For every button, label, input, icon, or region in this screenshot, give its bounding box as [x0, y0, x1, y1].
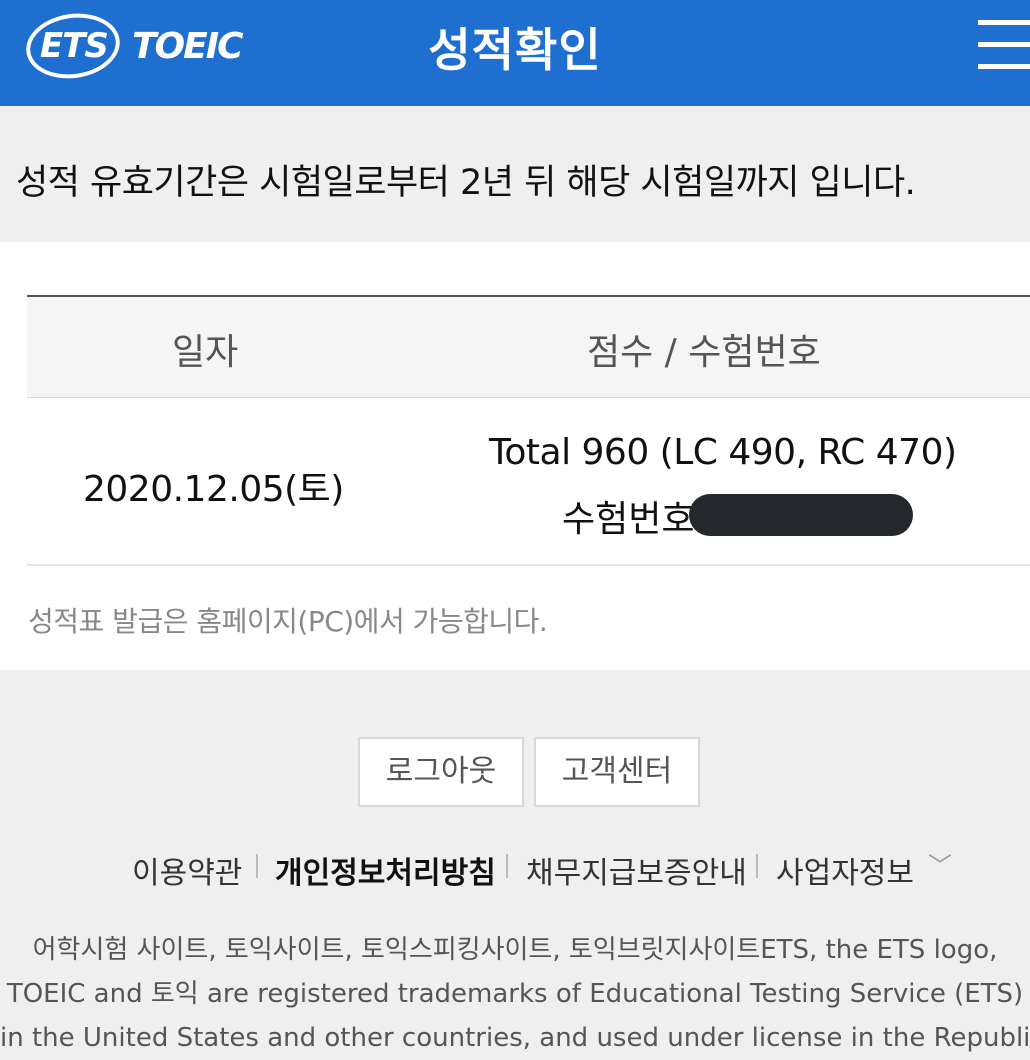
- score-table: 일자 점수 / 수험번호 2020.12.05(토) Total 960 (LC…: [27, 295, 1030, 566]
- legal-line: TOEIC and 토익 are registered trademarks o…: [6, 979, 1024, 1009]
- logout-button[interactable]: 로그아웃: [358, 737, 524, 807]
- exam-number-label: 수험번호: [562, 499, 695, 540]
- table-row: 2020.12.05(토) Total 960 (LC 490, RC 470)…: [27, 398, 1030, 566]
- footer-divider: [506, 854, 508, 878]
- column-header-date: 일자: [172, 332, 239, 373]
- app-header: ETS TOEIC 성적확인: [0, 0, 1030, 106]
- column-header-score: 점수 / 수험번호: [587, 332, 821, 373]
- footer-divider: [256, 854, 258, 878]
- legal-line: in the United States and other countries…: [0, 1023, 1030, 1053]
- validity-notice: 성적 유효기간은 시험일로부터 2년 뒤 해당 시험일까지 입니다.: [0, 106, 1030, 242]
- page-title: 성적확인: [428, 23, 602, 77]
- validity-notice-text: 성적 유효기간은 시험일로부터 2년 뒤 해당 시험일까지 입니다.: [16, 163, 916, 203]
- footer-links: 이용약관 개인정보처리방침 채무지급보증안내 사업자정보 ﹀: [0, 846, 1030, 891]
- footer-link-guarantee[interactable]: 채무지급보증안내: [526, 848, 747, 892]
- legal-line: 어학시험 사이트, 토익사이트, 토익스피킹사이트, 토익브릿지사이트ETS, …: [32, 935, 998, 965]
- footer-link-business-info[interactable]: 사업자정보: [776, 848, 914, 892]
- legal-notice: 어학시험 사이트, 토익사이트, 토익스피킹사이트, 토익브릿지사이트ETS, …: [0, 928, 1030, 1060]
- redacted-exam-number: [689, 494, 913, 536]
- menu-icon[interactable]: [978, 20, 1030, 69]
- customer-center-button[interactable]: 고객센터: [534, 737, 700, 807]
- issue-note: 성적표 발급은 홈페이지(PC)에서 가능합니다.: [28, 605, 548, 638]
- footer-link-privacy[interactable]: 개인정보처리방침: [275, 848, 496, 892]
- total-score: Total 960 (LC 490, RC 470): [489, 432, 957, 473]
- chevron-down-icon[interactable]: ﹀: [928, 846, 952, 881]
- footer-link-terms[interactable]: 이용약관: [132, 848, 242, 892]
- footer-divider: [756, 854, 758, 878]
- score-panel: 일자 점수 / 수험번호 2020.12.05(토) Total 960 (LC…: [0, 242, 1030, 670]
- test-date: 2020.12.05(토): [83, 469, 344, 510]
- table-header: 일자 점수 / 수험번호: [27, 295, 1030, 398]
